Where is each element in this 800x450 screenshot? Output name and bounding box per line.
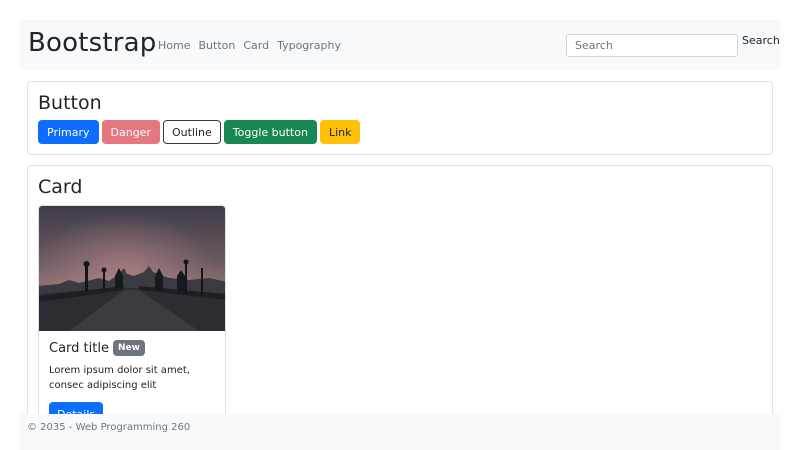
nav-link-home[interactable]: Home	[158, 39, 190, 52]
outline-button[interactable]: Outline	[162, 120, 221, 144]
navbar: Bootstrap Home Button Card Typography Se…	[20, 20, 780, 70]
card: Card title New Lorem ipsum dolor sit ame…	[38, 205, 226, 445]
page: Bootstrap Home Button Card Typography Se…	[20, 20, 780, 450]
button-section-title: Button	[38, 92, 102, 114]
primary-button[interactable]: Primary	[38, 120, 99, 144]
nav-link-card[interactable]: Card	[243, 39, 269, 52]
nav-link-typography[interactable]: Typography	[277, 39, 341, 52]
link-button[interactable]: Link	[319, 120, 361, 144]
danger-button[interactable]: Danger	[101, 120, 160, 144]
navbar-brand[interactable]: Bootstrap	[28, 28, 157, 58]
toggle-button[interactable]: Toggle button	[223, 120, 317, 144]
card-image	[39, 206, 225, 331]
nav-link-button[interactable]: Button	[198, 39, 235, 52]
nav-links: Home Button Card Typography	[158, 39, 341, 52]
card-text: Lorem ipsum dolor sit amet, consec adipi…	[49, 365, 190, 391]
button-section: Button Primary Danger Outline Toggle but…	[27, 81, 773, 155]
footer: © 2035 - Web Programming 260	[20, 414, 780, 450]
search-button[interactable]: Search	[742, 34, 780, 47]
card-title: Card title	[49, 340, 109, 356]
card-section-title: Card	[38, 176, 83, 198]
card-title-row: Card title New	[49, 340, 145, 356]
new-badge: New	[112, 340, 145, 356]
button-row: Primary Danger Outline Toggle button Lin…	[38, 120, 361, 144]
search-input[interactable]	[566, 34, 738, 57]
footer-text: © 2035 - Web Programming 260	[27, 422, 191, 433]
card-section: Card Card title New Lorem ipsum dolor si…	[27, 165, 773, 445]
